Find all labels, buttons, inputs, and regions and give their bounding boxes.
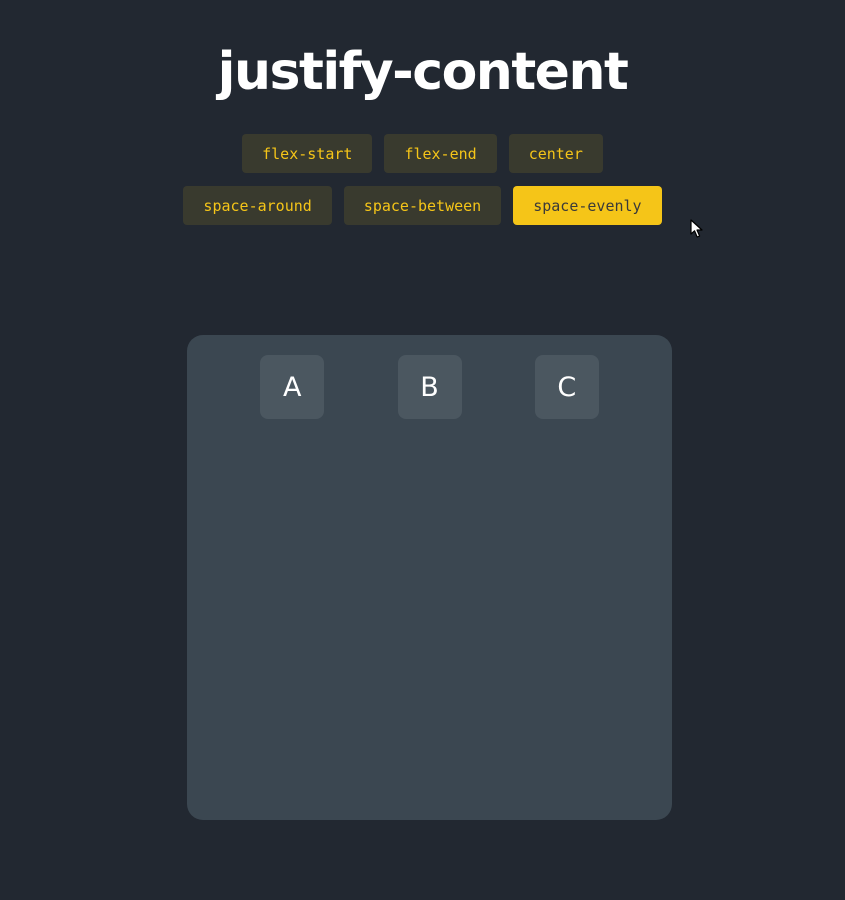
space-around-button[interactable]: space-around: [183, 186, 332, 225]
space-evenly-button[interactable]: space-evenly: [513, 186, 662, 225]
space-between-button[interactable]: space-between: [343, 186, 502, 225]
flex-item-b: B: [397, 355, 462, 419]
page-title: justify-content: [217, 42, 629, 102]
flex-end-button[interactable]: flex-end: [384, 134, 497, 173]
justify-options-row-1: flex-start flex-end center: [0, 134, 845, 173]
mouse-pointer-icon: [690, 219, 703, 238]
justify-options-row-2: space-around space-between space-evenly: [0, 186, 845, 225]
center-button[interactable]: center: [508, 134, 603, 173]
flex-start-button[interactable]: flex-start: [242, 134, 373, 173]
flex-item-a: A: [260, 355, 325, 419]
flex-item-c: C: [534, 355, 599, 419]
flex-container-preview: A B C: [187, 335, 672, 820]
